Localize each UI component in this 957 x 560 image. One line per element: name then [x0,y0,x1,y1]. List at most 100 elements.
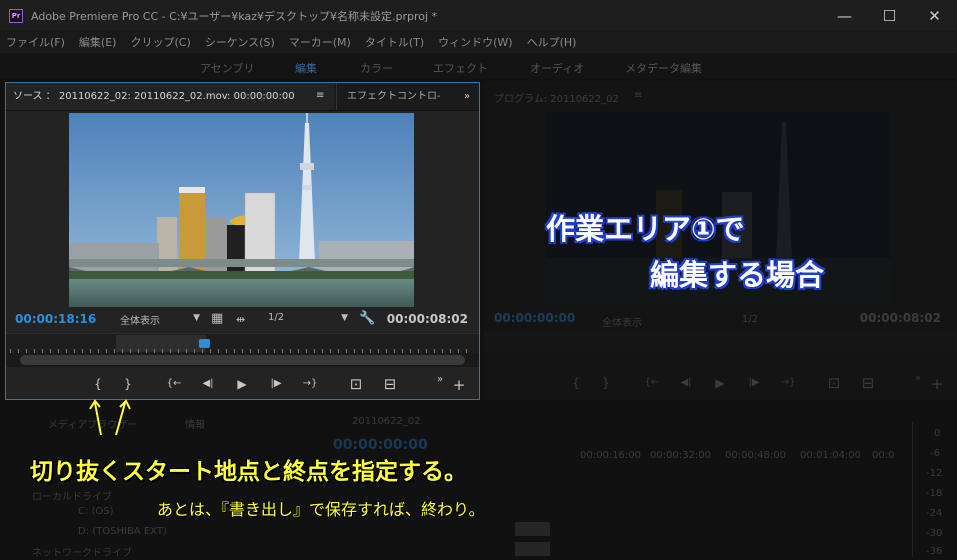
meter-label: -12 [926,468,943,479]
go-to-out-button[interactable]: →} [300,376,320,392]
zoom-scrollbar[interactable] [6,353,479,367]
meter-label: -18 [926,488,943,499]
caption-main: 切り抜くスタート地点と終点を指定する。 [30,459,467,485]
window-title: Adobe Premiere Pro CC - C:¥ユーザー¥kaz¥デスクト… [31,9,438,23]
timeline-track-header[interactable] [515,522,550,536]
menu-clip[interactable]: クリップ(C) [130,34,190,50]
mark-in-button[interactable]: { [91,376,105,392]
tab-sequence[interactable]: 20110622_02 [352,416,421,427]
resolution-value: 1/2 [268,312,285,323]
title-bar: Pr Adobe Premiere Pro CC - C:¥ユーザー¥kaz¥デ… [0,0,957,31]
program-resolution[interactable]: 1/2 [742,314,758,325]
program-play-button[interactable]: ▶ [710,375,730,391]
drive-c-item[interactable]: C: (OS) [78,506,114,517]
source-monitor-panel: ソース ： 20110622_02: 20110622_02.mov: 00:0… [5,82,480,400]
program-mark-in-button[interactable]: { [569,375,583,391]
maximize-button[interactable]: ☐ [867,0,912,31]
playback-resolution-select[interactable]: 1/2 ▼ [262,312,350,328]
meter-label: -36 [926,546,943,557]
playhead-handle[interactable] [199,339,210,348]
program-time-ruler[interactable] [484,332,957,352]
program-go-to-out-button[interactable]: →} [778,375,798,391]
minimize-button[interactable]: — [822,0,867,31]
go-to-in-button[interactable]: {← [164,376,184,392]
workspace-audio[interactable]: オーディオ [530,60,584,76]
pointer-arrows-icon [89,399,131,436]
chevron-down-icon: ▼ [193,313,200,323]
audio-meter [912,422,913,557]
tab-source[interactable]: ソース ： 20110622_02: 20110622_02.mov: 00:0… [6,83,334,110]
menu-sequence[interactable]: シーケンス(S) [205,34,275,50]
transport-controls: { } {← ◀| ▶ |▶ →} ⊡ ⊟ » + [6,372,479,398]
source-time-ruler[interactable] [6,333,479,354]
export-frame-icon[interactable]: ⇹ [236,313,245,326]
tab-info[interactable]: 情報 [185,416,205,431]
workspace-editing[interactable]: 編集 [295,60,317,76]
workspace-color[interactable]: カラー [360,60,393,76]
chevron-down-icon: ▼ [341,313,348,323]
program-add-button[interactable]: + [930,376,944,392]
zoom-level-select[interactable]: 全体表示 ▼ [114,312,202,328]
program-zoom-level[interactable]: 全体表示 [602,314,642,329]
step-forward-button[interactable]: |▶ [266,376,286,392]
step-back-button[interactable]: ◀| [198,376,218,392]
zoom-level-value: 全体表示 [120,316,160,327]
mark-out-button[interactable]: } [121,376,135,392]
window-controls: — ☐ ✕ [822,0,957,31]
overwrite-button[interactable]: ⊟ [380,376,400,392]
program-extract-button[interactable]: ⊟ [858,375,878,391]
source-duration-timecode: 00:00:08:02 [386,312,468,326]
meter-label: -24 [926,508,943,519]
ruler-label: 00:00:16:00 [580,450,642,461]
program-mark-out-button[interactable]: } [599,375,613,391]
panel-menu-icon[interactable]: ≡ [316,91,324,101]
program-panel-menu-icon[interactable]: ≡ [634,90,642,101]
program-lift-button[interactable]: ⊡ [824,375,844,391]
program-step-forward-button[interactable]: |▶ [744,375,764,391]
scrollbar-thumb[interactable] [20,355,465,365]
add-button[interactable]: + [452,377,466,393]
timeline-track-header[interactable] [515,542,550,556]
menu-file[interactable]: ファイル(F) [6,34,65,50]
menu-marker[interactable]: マーカー(M) [289,34,351,50]
skytree-frame-image [69,113,414,307]
insert-button[interactable]: ⊡ [346,376,366,392]
workspace-metadata[interactable]: メタデータ編集 [625,60,702,76]
meter-label: -30 [926,528,943,539]
close-button[interactable]: ✕ [912,0,957,31]
drive-d-item[interactable]: D: (TOSHIBA EXT) [78,526,167,537]
menu-help[interactable]: ヘルプ(H) [527,34,577,50]
meter-label: -6 [930,448,940,459]
play-button[interactable]: ▶ [232,376,252,392]
callout-line-1: 作業エリア①で [546,212,746,247]
premiere-app-icon: Pr [9,8,23,23]
menu-edit[interactable]: 編集(E) [79,34,117,50]
workspace-effects[interactable]: エフェクト [433,60,488,76]
tab-overflow-icon[interactable]: » [464,83,478,110]
callout-line-2: 編集する場合 [649,258,825,293]
caption-sub: あとは、『書き出し』で保存すれば、終わり。 [157,500,485,519]
program-playhead-timecode[interactable]: 00:00:00:00 [494,311,575,325]
menu-title[interactable]: タイトル(T) [365,34,424,50]
workspace-assembly[interactable]: アセンブリ [200,60,254,76]
more-buttons-icon[interactable]: » [434,372,446,388]
ruler-label: 00:00:32:00 [650,450,712,461]
sequence-timecode[interactable]: 00:00:00:00 [333,437,428,453]
safe-margins-icon[interactable]: ▦ [211,312,223,325]
ruler-label: 00:01:04:00 [800,450,862,461]
tab-effect-controls[interactable]: エフェクトコントロ- [336,83,461,110]
source-playhead-timecode[interactable]: 00:00:18:16 [15,312,96,326]
tab-program[interactable]: プログラム: 20110622_02 [494,90,619,105]
wrench-icon[interactable]: 🔧 [359,312,375,325]
network-drives-label[interactable]: ネットワークドライブ [32,544,132,559]
program-more-buttons-icon[interactable]: » [912,371,924,387]
local-drives-label[interactable]: ローカルドライブ [32,488,112,503]
menu-window[interactable]: ウィンドウ(W) [438,34,512,50]
source-tab-label: ソース ： 20110622_02: 20110622_02.mov: 00:0… [13,91,295,102]
program-step-back-button[interactable]: ◀| [676,375,696,391]
program-go-to-in-button[interactable]: {← [642,375,662,391]
workspace-bar: アセンブリ 編集 カラー エフェクト オーディオ メタデータ編集 [0,53,957,79]
menu-bar: ファイル(F) 編集(E) クリップ(C) シーケンス(S) マーカー(M) タ… [0,31,957,53]
panel-tabs: ソース ： 20110622_02: 20110622_02.mov: 00:0… [6,83,479,111]
ruler-label: 00:0 [872,450,895,461]
